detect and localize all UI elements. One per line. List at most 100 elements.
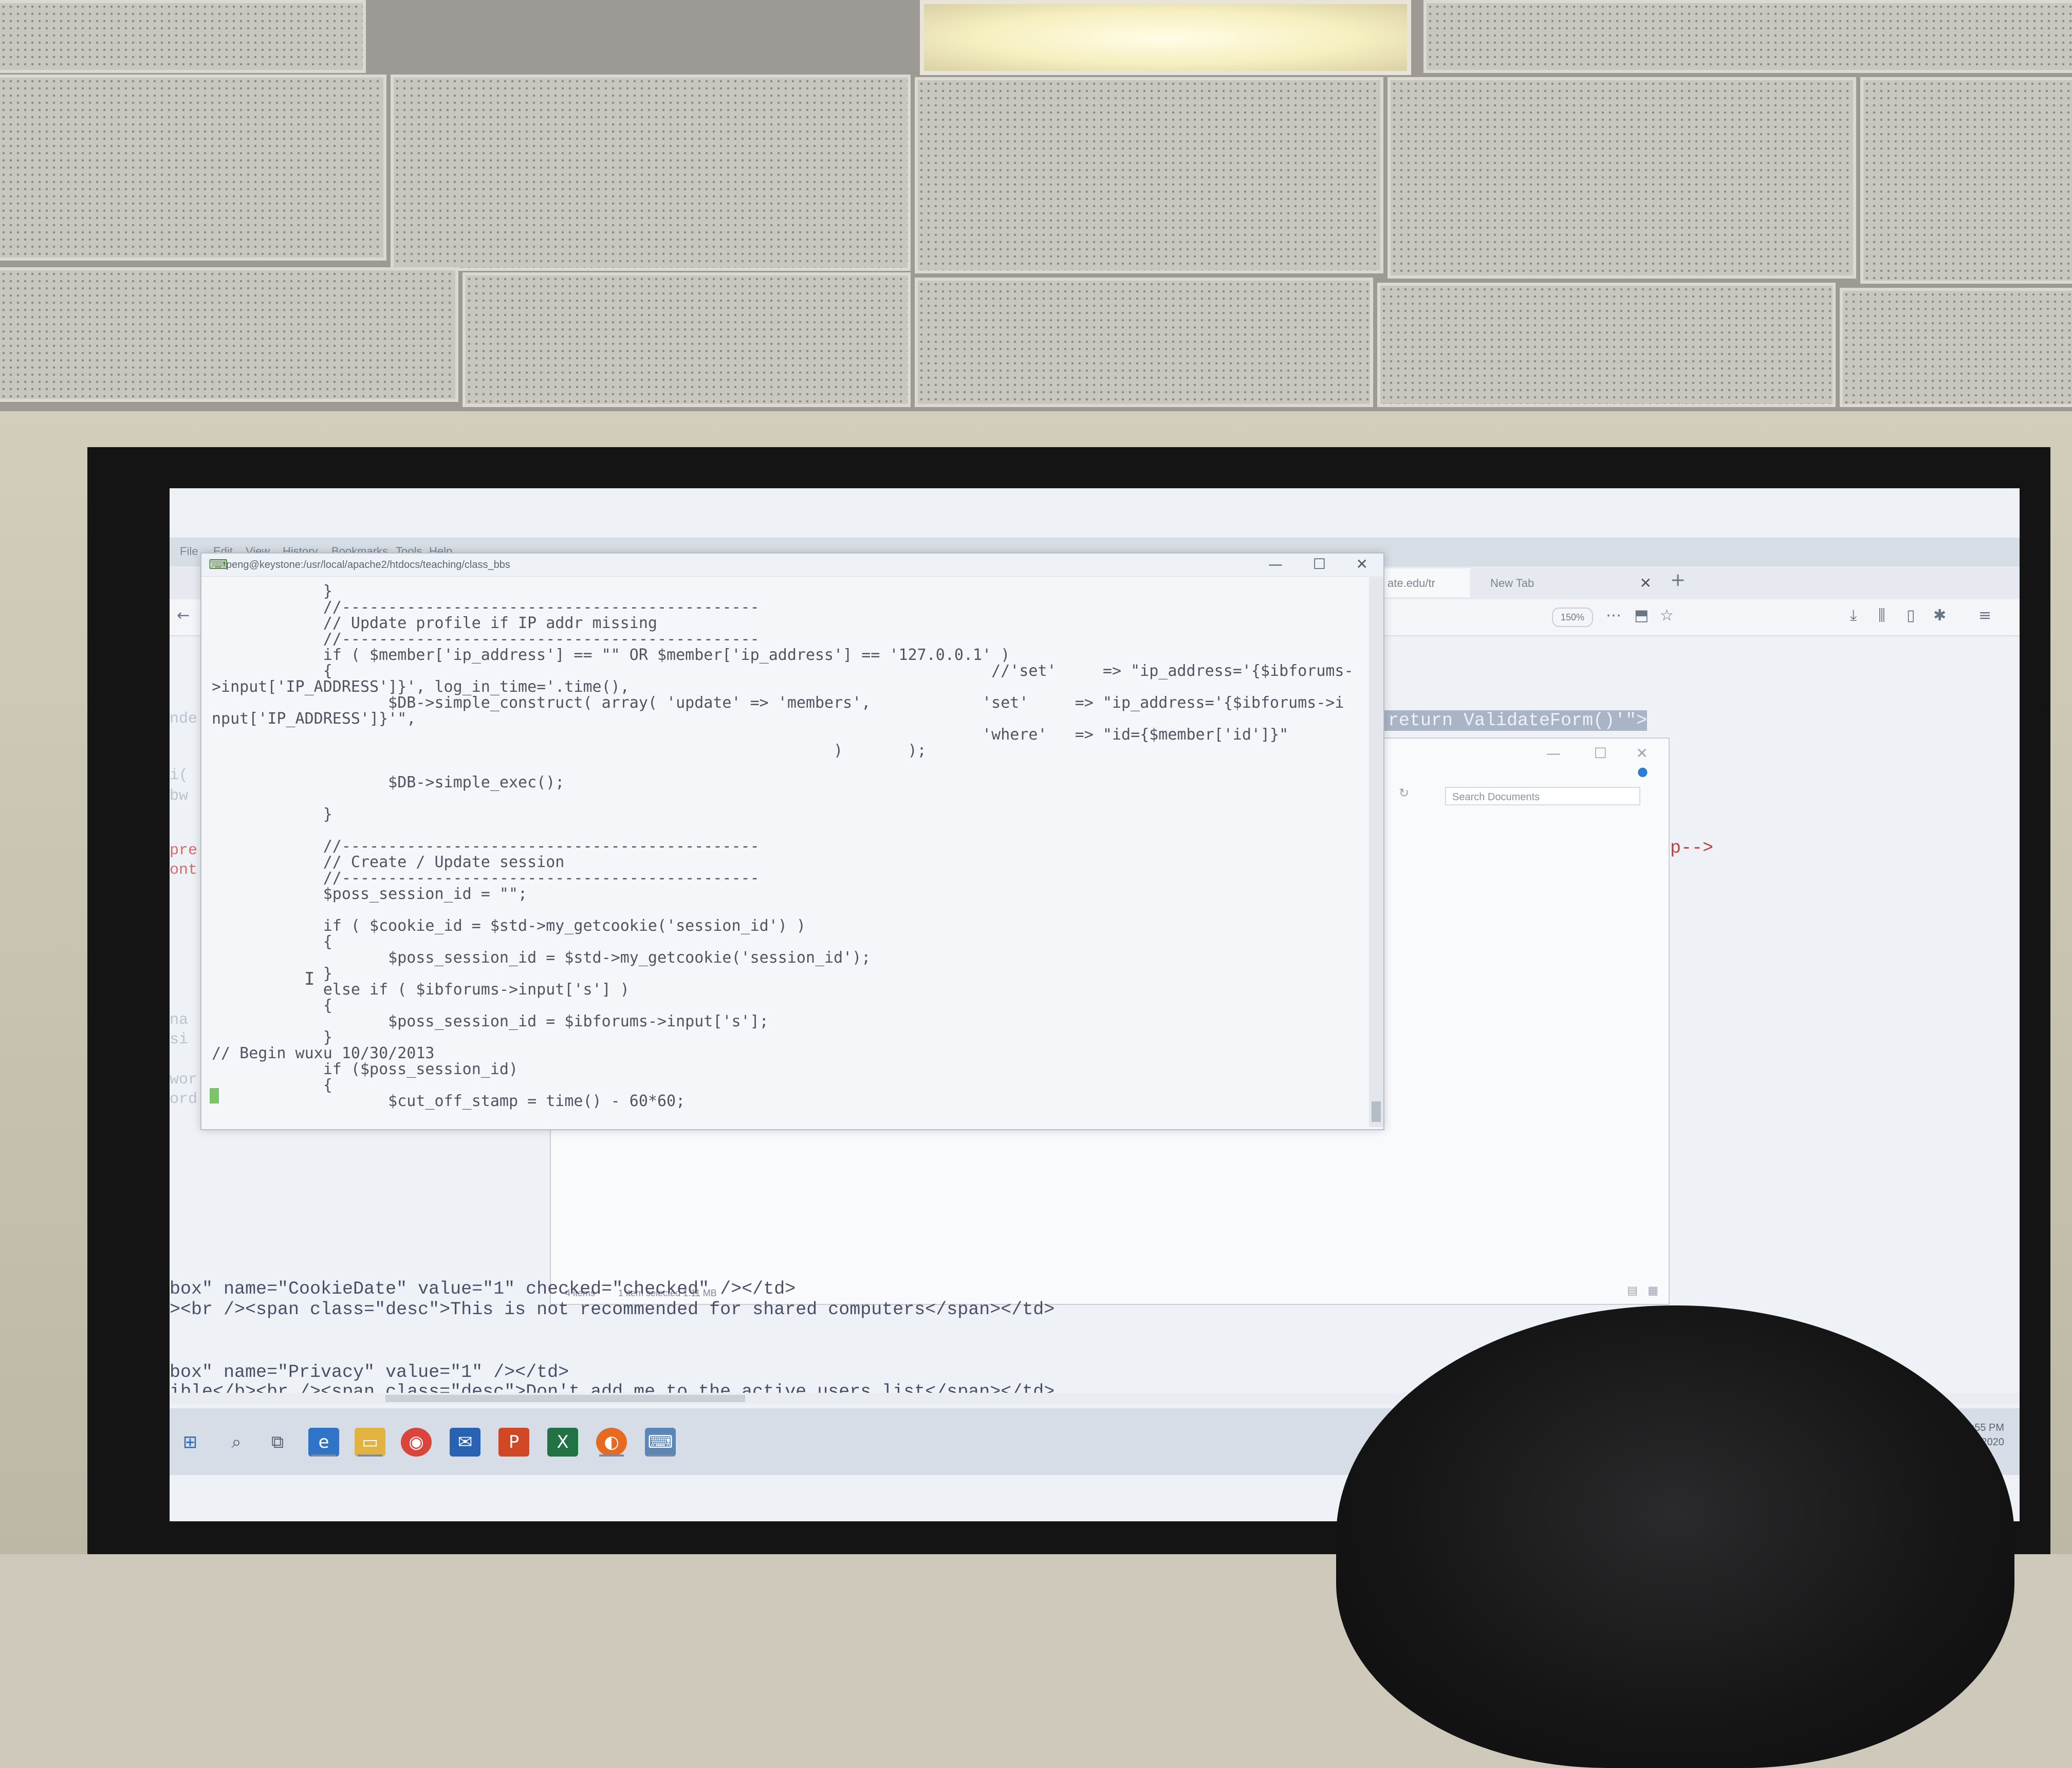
terminal-line: //--------------------------------------… (212, 598, 760, 616)
terminal-line: } (212, 582, 332, 600)
terminal-line: // Create / Update session (212, 853, 565, 871)
terminal-line: $DB->simple_construct( array( 'update' =… (212, 694, 1344, 712)
bg-source-fragment: nde (170, 710, 198, 728)
maximize-icon[interactable]: ☐ (1594, 745, 1607, 762)
chrome-icon[interactable]: ◉ (401, 1428, 432, 1457)
terminal-line: // Begin wuxu 10/30/2013 (212, 1044, 435, 1062)
scrollbar-thumb[interactable] (385, 1395, 745, 1402)
tab-label: ate.edu/tr (1387, 577, 1435, 590)
highlighted-code: 'return ValidateForm()'"> (1377, 710, 1648, 731)
bg-code-text: box" name="CookieDate" value="1" checked… (170, 1279, 796, 1299)
terminal-line: { (212, 1076, 332, 1094)
minimize-icon[interactable]: — (1546, 745, 1561, 762)
bg-source-fragment: na (170, 1011, 189, 1029)
terminal-line: ) ); (212, 742, 927, 760)
terminal-title: peng@keystone:/usr/local/apache2/htdocs/… (226, 559, 510, 570)
file-explorer-icon[interactable]: ▭ (355, 1428, 385, 1457)
terminal-line: if ( $member['ip_address'] == "" OR $mem… (212, 646, 1010, 664)
terminal-line: nput['IP_ADDRESS']}'", (212, 710, 416, 728)
extension-icon[interactable]: ✱ (1933, 606, 1946, 624)
ceiling-tile (0, 0, 366, 73)
terminal-scrollbar[interactable] (1369, 577, 1383, 1127)
terminal-line: } (212, 1028, 332, 1046)
windows-start-icon[interactable]: ⊞ (175, 1428, 206, 1457)
putty-icon[interactable]: ⌨ (645, 1428, 676, 1457)
terminal-line: { (212, 997, 332, 1015)
bg-code-text: ><br /><span class="desc">This is not re… (170, 1299, 1055, 1320)
back-arrow-icon[interactable]: ← (177, 606, 190, 624)
terminal-line: $poss_session_id = ""; (212, 885, 528, 903)
terminal-line: //--------------------------------------… (212, 869, 760, 887)
close-icon[interactable]: ✕ (1640, 575, 1652, 592)
minimize-icon[interactable]: — (1268, 556, 1283, 573)
ceiling-tile (391, 75, 911, 271)
scrollbar-thumb[interactable] (1372, 1101, 1381, 1122)
bg-code-line: ><br /><span class="desc">This is not re… (170, 1299, 1054, 1320)
refresh-icon[interactable]: ↻ (1399, 786, 1409, 800)
bg-code-validate: 'return ValidateForm()'"> (1377, 710, 1648, 731)
hamburger-menu-icon[interactable]: ≡ (1978, 606, 1991, 624)
terminal-line: //--------------------------------------… (212, 630, 760, 648)
terminal-output[interactable]: } //------------------------------------… (201, 577, 1368, 1127)
bg-code-text: box" name="Privacy" value="1" /></td> (170, 1362, 569, 1383)
new-tab-icon[interactable]: + (1670, 569, 1686, 591)
tiles-view-icon[interactable]: ▦ (1648, 1284, 1658, 1297)
details-view-icon[interactable]: ▤ (1627, 1284, 1638, 1297)
powerpoint-icon[interactable]: P (498, 1428, 529, 1457)
terminal-line: if ($poss_session_id) (212, 1060, 519, 1078)
menu-file[interactable]: File (180, 545, 198, 558)
outlook-icon[interactable]: ✉ (450, 1428, 480, 1457)
close-icon[interactable]: ✕ (1636, 745, 1648, 762)
bg-source-fragment: pre (170, 842, 198, 859)
terminal-titlebar: ⌨ peng@keystone:/usr/local/apache2/htdoc… (201, 554, 1383, 577)
terminal-line: else if ( $ibforums->input['s'] ) (212, 981, 630, 999)
zoom-level-badge[interactable]: 150% (1552, 607, 1593, 627)
ssh-terminal-window[interactable]: ⌨ peng@keystone:/usr/local/apache2/htdoc… (200, 552, 1384, 1130)
firefox-icon[interactable]: ◐ (596, 1428, 627, 1457)
search-documents-input[interactable]: Search Documents (1445, 787, 1640, 805)
maximize-icon[interactable]: ☐ (1313, 556, 1326, 573)
audience-head (1336, 1305, 2014, 1768)
terminal-cursor (210, 1088, 219, 1103)
task-view-icon[interactable]: ⧉ (262, 1428, 293, 1457)
bg-source-fragment: ont (170, 861, 198, 879)
bg-source-fragment: wor (170, 1071, 198, 1089)
terminal-line: $poss_session_id = $std->my_getcookie('s… (212, 949, 871, 967)
terminal-line: $poss_session_id = $ibforums->input['s']… (212, 1012, 769, 1030)
search-icon[interactable]: ⌕ (221, 1428, 252, 1457)
terminal-line: // Update profile if IP addr missing (212, 614, 657, 632)
ceiling-tile (1377, 283, 1836, 407)
bookmark-star-icon[interactable]: ☆ (1660, 606, 1674, 624)
text-cursor-icon: I (304, 969, 315, 989)
sidebar-icon[interactable]: ▯ (1907, 606, 1915, 624)
ceiling-tile (0, 75, 386, 261)
terminal-line: 'where' => "id={$member['id']}" (212, 726, 1289, 744)
ceiling-tile (915, 77, 1383, 273)
ceiling-tile (1423, 0, 2072, 73)
ceiling-light (920, 0, 1411, 75)
bg-code-line: box" name="Privacy" value="1" /></td> (170, 1362, 569, 1383)
tab-new-tab[interactable]: New Tab ✕ (1470, 568, 1660, 597)
more-icon[interactable]: ⋯ (1606, 606, 1621, 624)
terminal-line: $cut_off_stamp = time() - 60*60; (212, 1092, 686, 1110)
download-icon[interactable]: ⤓ (1850, 606, 1857, 624)
ceiling-tile (0, 267, 458, 402)
bg-source-fragment: bw (170, 787, 189, 805)
bg-source-fragment: ord (170, 1091, 198, 1108)
pocket-icon[interactable]: ⬒ (1634, 606, 1649, 624)
terminal-line: //--------------------------------------… (212, 837, 760, 855)
help-icon[interactable]: ● (1637, 764, 1648, 779)
terminal-line: } (212, 805, 332, 823)
ceiling-tile (462, 272, 911, 407)
terminal-line: { //'set' => "ip_address='{$ibforums- (212, 662, 1354, 680)
putty-icon: ⌨ (209, 557, 228, 572)
terminal-line: >input['IP_ADDRESS']}', log_in_time='.ti… (212, 678, 630, 696)
ceiling (0, 0, 2072, 411)
excel-icon[interactable]: X (547, 1428, 578, 1457)
terminal-line: $DB->simple_exec(); (212, 773, 565, 791)
edge-icon[interactable]: e (308, 1428, 339, 1457)
terminal-line: { (212, 933, 332, 951)
library-icon[interactable]: ⫼ (1878, 606, 1885, 624)
ceiling-tile (1840, 288, 2072, 407)
close-icon[interactable]: ✕ (1356, 556, 1368, 573)
